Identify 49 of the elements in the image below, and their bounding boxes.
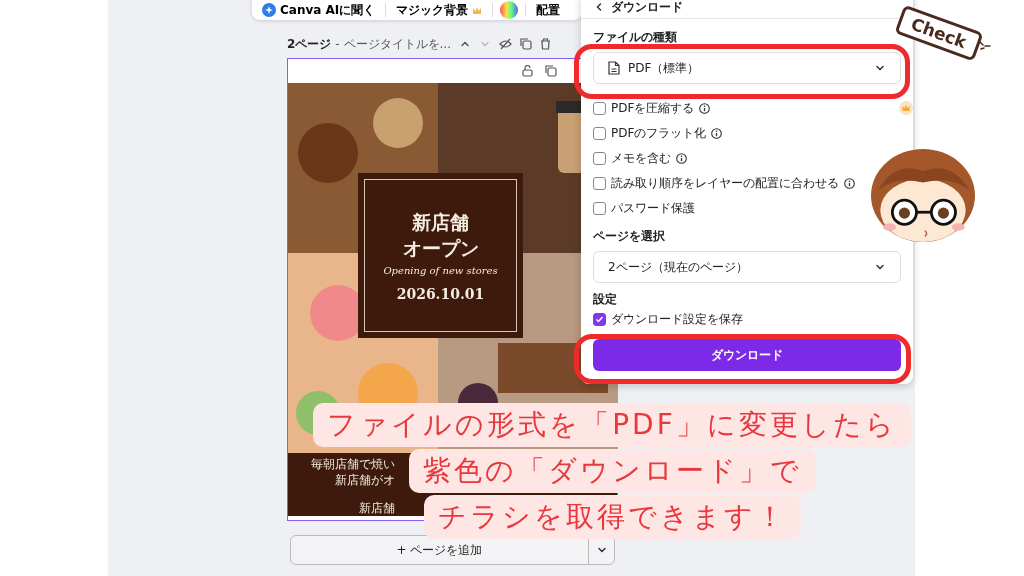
sparkle-logo-icon [262,3,276,17]
checkbox-label: 読み取り順序をレイヤーの配置に合わせる [611,174,839,192]
checkmark-icon [595,314,604,324]
duplicate-icon[interactable] [519,38,532,50]
checkbox[interactable] [593,176,606,190]
flyer-body-text: 毎朝店舗で焼い [311,456,395,472]
flyer-body-text: 新店舗 [359,500,395,516]
download-button[interactable]: ダウンロード [593,339,901,371]
checkbox-label: PDFのフラット化 [611,124,707,142]
caption-text: チラシを取得できます！ [423,495,801,539]
flyer-title: オープン [402,236,479,261]
crown-icon [899,101,913,115]
checkbox[interactable] [593,312,606,326]
info-icon[interactable] [676,152,687,164]
lock-icon[interactable] [522,65,533,77]
checkbox-label: PDFを圧縮する [611,99,695,117]
flyer-body-text: 新店舗がオ [335,472,395,488]
field-label: 設定 [593,293,618,306]
checkbox[interactable] [593,151,606,165]
info-icon[interactable] [699,102,711,114]
checkbox[interactable] [593,201,606,215]
document-icon [608,61,620,75]
file-type-dropdown[interactable]: PDF（標準） [593,52,901,84]
field-label: ページを選択 [593,230,666,243]
flyer-date: 2026.10.01 [396,286,485,302]
crown-icon [472,5,483,15]
panel-title: ダウンロード [611,0,683,16]
info-icon[interactable] [844,177,855,189]
info-icon[interactable] [711,127,723,139]
color-wheel-icon[interactable] [499,0,520,20]
checkbox[interactable] [593,126,606,140]
caption-text: 紫色の「ダウンロード」で [408,449,816,493]
page-title: 2ページ [287,35,332,53]
arrange-button[interactable]: 配置 [532,1,565,19]
hide-icon[interactable] [498,38,512,50]
flyer-title: 新店舗 [412,210,469,235]
trash-icon[interactable] [539,38,551,50]
magic-background-button[interactable]: マジック背景 [392,1,487,19]
page-dropdown[interactable]: 2ページ（現在のページ） [593,251,901,283]
field-label: ファイルの種類 [593,31,678,44]
checkbox[interactable] [593,101,606,115]
flyer-tagline: Opening of new stores [383,265,498,276]
duplicate-icon[interactable] [545,65,557,77]
ask-ai-button[interactable]: Canva AIに聞く [258,1,380,19]
caption-text: ファイルの形式を「PDF」に変更したら [313,403,911,447]
checkbox-label: ダウンロード設定を保存 [611,310,743,328]
checkbox-label: パスワード保護 [611,199,695,217]
checkbox-label: メモを含む [611,149,671,167]
page-title-placeholder[interactable]: - ページタイトルを... [335,35,451,53]
